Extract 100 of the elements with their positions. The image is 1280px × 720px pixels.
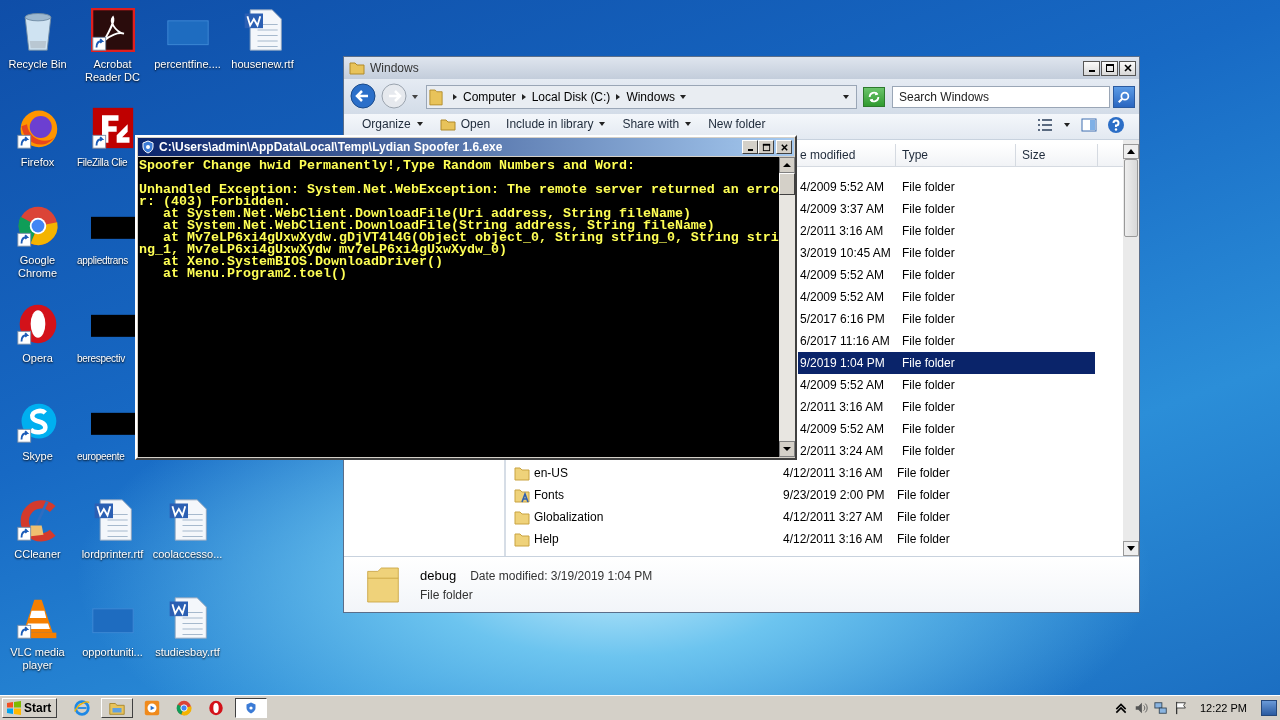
file-row[interactable]: 4/2009 5:52 AM File folder [798,374,1095,396]
address-field[interactable]: Computer Local Disk (C:) Windows [426,84,857,109]
close-button[interactable] [1119,60,1136,76]
icon-label[interactable]: Recycle Bin [1,58,74,71]
dropdown-icon[interactable] [842,92,850,101]
window-title: Windows [370,61,419,75]
file-row[interactable]: 4/2009 3:37 AM File folder [798,198,1095,220]
item-name: debug [420,567,457,583]
icon-label[interactable]: Firefox [1,156,74,169]
icon-label[interactable]: VLC media player [1,646,74,672]
file-row[interactable]: 4/2009 5:52 AM File folder [798,418,1095,440]
scroll-thumb[interactable] [1124,159,1138,237]
date-cell-text: 9/2019 1:04 PM [799,356,886,370]
show-desktop-button[interactable] [1261,700,1277,716]
file-row[interactable]: en-US 4/12/2011 3:16 AM File folder [506,462,1095,484]
search-field[interactable]: Search Windows [892,85,1110,108]
search-button[interactable] [1113,85,1135,108]
toolbar-button[interactable]: Include in library [498,115,615,133]
file-row[interactable]: 6/2017 11:16 AM File folder [798,330,1095,352]
file-name: Help [534,532,559,546]
column-header[interactable]: Size [1016,144,1098,166]
minimize-button[interactable] [1083,60,1100,76]
icon-label[interactable]: europeente [77,450,125,463]
icon-label[interactable]: FileZilla Clie [77,156,128,169]
arrow-up-icon[interactable] [1123,144,1139,159]
network-icon[interactable] [1153,701,1168,715]
file-row[interactable]: 4/2009 5:52 AM File folder [798,264,1095,286]
browser-icon [73,699,92,717]
file-row[interactable]: 5/2017 6:16 PM File folder [798,308,1095,330]
media-player-icon [143,699,162,717]
arrow-up-icon[interactable] [778,157,795,173]
arrow-down-icon[interactable] [778,441,795,457]
ftp-client-icon[interactable] [90,106,135,150]
refresh-button[interactable] [863,86,885,107]
file-row[interactable]: 2/2011 3:16 AM File folder [798,396,1095,418]
minimize-icon [747,148,753,151]
date-cell-text: 2/2011 3:16 AM [799,400,885,414]
icon-label[interactable]: Opera [1,352,74,365]
refresh-icon [867,89,881,104]
chevron-icon[interactable] [1113,701,1128,715]
file-row[interactable]: 3/2019 10:45 AM File folder [798,242,1095,264]
icon-label[interactable]: housenew.rtf [226,58,299,71]
help-icon[interactable] [1107,116,1125,134]
flag-icon[interactable] [1173,701,1188,715]
file-row[interactable]: Fonts 9/23/2019 2:00 PM File folder [506,484,1095,506]
column-header[interactable]: Type [896,144,1016,166]
caret-icon[interactable] [519,92,528,101]
windows-logo [6,700,22,716]
date-cell-text: 4/12/2011 3:16 AM [783,466,884,480]
date-cell-text: 4/2009 5:52 AM [799,378,886,392]
icon-label[interactable]: CCleaner [1,548,74,561]
folder-icon [514,509,530,525]
icon-label[interactable]: lordprinter.rtf [76,548,149,561]
back-button[interactable] [349,82,377,111]
file-row[interactable]: 4/2009 5:52 AM File folder [798,176,1095,198]
console-line: at Xeno.SystemBIOS.DownloadDriver() [163,256,443,268]
caret-icon[interactable] [411,92,419,101]
icon-label[interactable]: opportuniti... [76,646,149,659]
maximize-icon [761,142,771,152]
date-modified: Date modified: 3/19/2019 1:04 PM [470,568,653,583]
caret-icon[interactable] [1063,121,1071,129]
toolbar-button[interactable]: Organize [354,115,432,133]
date-cell-text: 9/23/2019 2:00 PM [783,488,886,502]
folder-icon [514,465,530,481]
shield-icon [141,140,155,154]
arrow-down-icon[interactable] [1123,541,1139,556]
file-row[interactable]: 4/2009 5:52 AM File folder [798,286,1095,308]
file-row[interactable]: 2/2011 3:16 AM File folder [798,220,1095,242]
type-cell: File folder [902,378,955,392]
start-button[interactable]: Start [2,698,58,718]
folder-icon [439,116,456,132]
maximize-button[interactable] [1101,60,1118,76]
caret-icon[interactable] [679,92,688,101]
icon-label[interactable]: percentfine.... [151,58,224,71]
toolbar-button[interactable]: Share with [614,115,701,133]
icon-label[interactable]: Skype [1,450,74,463]
column-header[interactable]: e modified [798,144,896,166]
speaker-icon[interactable] [1133,701,1148,715]
breadcrumb-item[interactable]: Local Disk (C:) [531,89,611,104]
icon-label[interactable]: appliedtrans [77,254,128,267]
toolbar-button[interactable]: New folder [700,115,774,133]
breadcrumb-item[interactable]: Computer [463,89,516,104]
file-row[interactable]: Globalization 4/12/2011 3:27 AM File folder [506,506,1095,528]
icon-label[interactable]: Google Chrome [1,254,74,280]
file-name: Fonts [534,488,564,502]
taskbar-button[interactable] [235,698,268,718]
file-row[interactable]: 2/2011 3:24 AM File folder [798,440,1095,462]
clock[interactable]: 12:22 PM [1199,702,1247,714]
toolbar-button[interactable]: Open [431,115,499,133]
icon-label[interactable]: berespectiv [77,352,125,365]
file-row[interactable]: Help 4/12/2011 3:16 AM File folder [506,528,1095,550]
type-cell: File folder [902,312,955,326]
file-row[interactable]: 9/2019 1:04 PM File folder [798,352,1095,374]
icon-label[interactable]: Acrobat Reader DC [76,58,149,84]
breadcrumb-item[interactable]: Windows [626,89,676,104]
pdf-reader-icon[interactable] [90,8,135,52]
caret-icon[interactable] [451,92,459,101]
view-options-icon[interactable] [1037,117,1053,133]
browser-icon[interactable] [15,204,60,248]
close-icon [779,142,789,152]
